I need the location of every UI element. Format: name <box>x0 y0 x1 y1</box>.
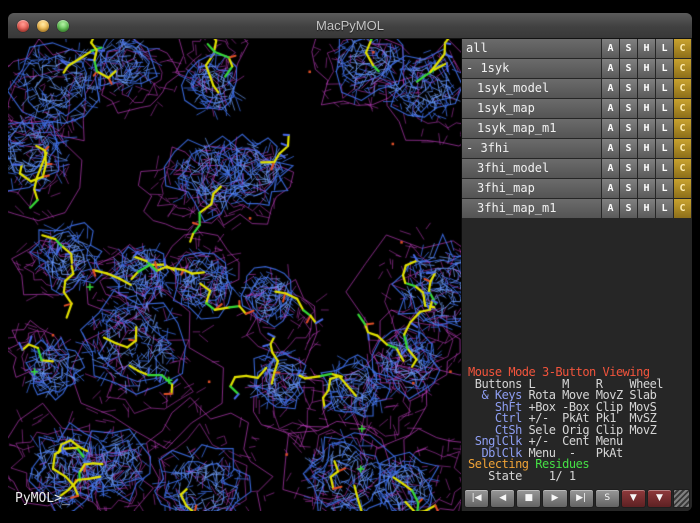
object-s-button[interactable]: S <box>620 179 637 198</box>
object-s-button[interactable]: S <box>620 119 637 138</box>
object-row: 1syk_map_m1ASHLC <box>462 119 692 138</box>
object-h-button[interactable]: H <box>638 59 655 78</box>
object-row: 3fhi_map_m1ASHLC <box>462 199 692 218</box>
sidebar: allASHLC- 1sykASHLC1syk_modelASHLC1syk_m… <box>461 39 692 511</box>
object-s-button[interactable]: S <box>620 59 637 78</box>
rewind-button[interactable]: |◀ <box>464 489 489 508</box>
state-line[interactable]: State 1/ 1 <box>468 471 689 483</box>
s-button[interactable]: S <box>595 489 620 508</box>
object-name[interactable]: 1syk_map_m1 <box>462 119 601 138</box>
object-c-button[interactable]: C <box>674 59 691 78</box>
object-name[interactable]: 3fhi_map_m1 <box>462 199 601 218</box>
dropdown-2-button[interactable]: ▼ <box>647 489 672 508</box>
object-row: 1syk_modelASHLC <box>462 79 692 98</box>
object-c-button[interactable]: C <box>674 99 691 118</box>
object-l-button[interactable]: L <box>656 139 673 158</box>
object-a-button[interactable]: A <box>602 79 619 98</box>
object-c-button[interactable]: C <box>674 139 691 158</box>
command-prompt[interactable]: PyMOL>_ <box>15 491 70 506</box>
minimize-button[interactable] <box>37 20 49 32</box>
object-name[interactable]: - 1syk <box>462 59 601 78</box>
object-h-button[interactable]: H <box>638 159 655 178</box>
object-a-button[interactable]: A <box>602 139 619 158</box>
object-c-button[interactable]: C <box>674 199 691 218</box>
mouse-panel-text: State 1/ 1 <box>468 469 576 483</box>
object-c-button[interactable]: C <box>674 159 691 178</box>
zoom-button[interactable] <box>57 20 69 32</box>
close-button[interactable] <box>17 20 29 32</box>
object-h-button[interactable]: H <box>638 119 655 138</box>
playback-controls: |◀◀■▶▶|S▼▼ <box>462 486 692 511</box>
dropdown-1-button[interactable]: ▼ <box>621 489 646 508</box>
resize-grip[interactable] <box>673 489 690 508</box>
traffic-lights <box>17 13 69 38</box>
object-l-button[interactable]: L <box>656 59 673 78</box>
object-l-button[interactable]: L <box>656 119 673 138</box>
object-a-button[interactable]: A <box>602 119 619 138</box>
object-a-button[interactable]: A <box>602 179 619 198</box>
object-a-button[interactable]: A <box>602 159 619 178</box>
object-s-button[interactable]: S <box>620 139 637 158</box>
object-s-button[interactable]: S <box>620 159 637 178</box>
fast-forward-button[interactable]: ▶| <box>569 489 594 508</box>
object-c-button[interactable]: C <box>674 79 691 98</box>
object-name[interactable]: 1syk_map <box>462 99 601 118</box>
desktop: MacPyMOL PyMOL>_ allASHLC- 1sykASHLC1syk… <box>0 0 700 523</box>
titlebar[interactable]: MacPyMOL <box>8 13 692 39</box>
object-row: 3fhi_mapASHLC <box>462 179 692 198</box>
object-row: - 3fhiASHLC <box>462 139 692 158</box>
object-s-button[interactable]: S <box>620 99 637 118</box>
step-back-button[interactable]: ◀ <box>490 489 515 508</box>
object-h-button[interactable]: H <box>638 179 655 198</box>
object-c-button[interactable]: C <box>674 119 691 138</box>
sidebar-spacer <box>462 219 692 365</box>
molecular-render[interactable] <box>8 39 461 511</box>
viewport[interactable]: PyMOL>_ <box>8 39 461 511</box>
object-h-button[interactable]: H <box>638 79 655 98</box>
object-h-button[interactable]: H <box>638 99 655 118</box>
object-l-button[interactable]: L <box>656 99 673 118</box>
object-name[interactable]: 3fhi_map <box>462 179 601 198</box>
object-list: allASHLC- 1sykASHLC1syk_modelASHLC1syk_m… <box>462 39 692 219</box>
object-name[interactable]: 3fhi_model <box>462 159 601 178</box>
window-title: MacPyMOL <box>316 18 384 33</box>
object-a-button[interactable]: A <box>602 99 619 118</box>
object-a-button[interactable]: A <box>602 39 619 58</box>
object-a-button[interactable]: A <box>602 59 619 78</box>
object-a-button[interactable]: A <box>602 199 619 218</box>
window-content: PyMOL>_ allASHLC- 1sykASHLC1syk_modelASH… <box>8 39 692 511</box>
object-h-button[interactable]: H <box>638 139 655 158</box>
object-s-button[interactable]: S <box>620 39 637 58</box>
object-c-button[interactable]: C <box>674 179 691 198</box>
object-row: allASHLC <box>462 39 692 58</box>
object-h-button[interactable]: H <box>638 199 655 218</box>
object-row: - 1sykASHLC <box>462 59 692 78</box>
object-s-button[interactable]: S <box>620 199 637 218</box>
object-name[interactable]: 1syk_model <box>462 79 601 98</box>
object-h-button[interactable]: H <box>638 39 655 58</box>
play-button[interactable]: ▶ <box>542 489 567 508</box>
object-row: 3fhi_modelASHLC <box>462 159 692 178</box>
object-name[interactable]: - 3fhi <box>462 139 601 158</box>
object-l-button[interactable]: L <box>656 199 673 218</box>
object-l-button[interactable]: L <box>656 39 673 58</box>
object-l-button[interactable]: L <box>656 179 673 198</box>
object-l-button[interactable]: L <box>656 159 673 178</box>
macpymol-window: MacPyMOL PyMOL>_ allASHLC- 1sykASHLC1syk… <box>8 13 692 511</box>
object-s-button[interactable]: S <box>620 79 637 98</box>
object-name[interactable]: all <box>462 39 601 58</box>
object-row: 1syk_mapASHLC <box>462 99 692 118</box>
mouse-panel: Mouse Mode 3-Button Viewing Buttons L M … <box>462 365 692 486</box>
stop-button[interactable]: ■ <box>516 489 541 508</box>
object-l-button[interactable]: L <box>656 79 673 98</box>
object-c-button[interactable]: C <box>674 39 691 58</box>
